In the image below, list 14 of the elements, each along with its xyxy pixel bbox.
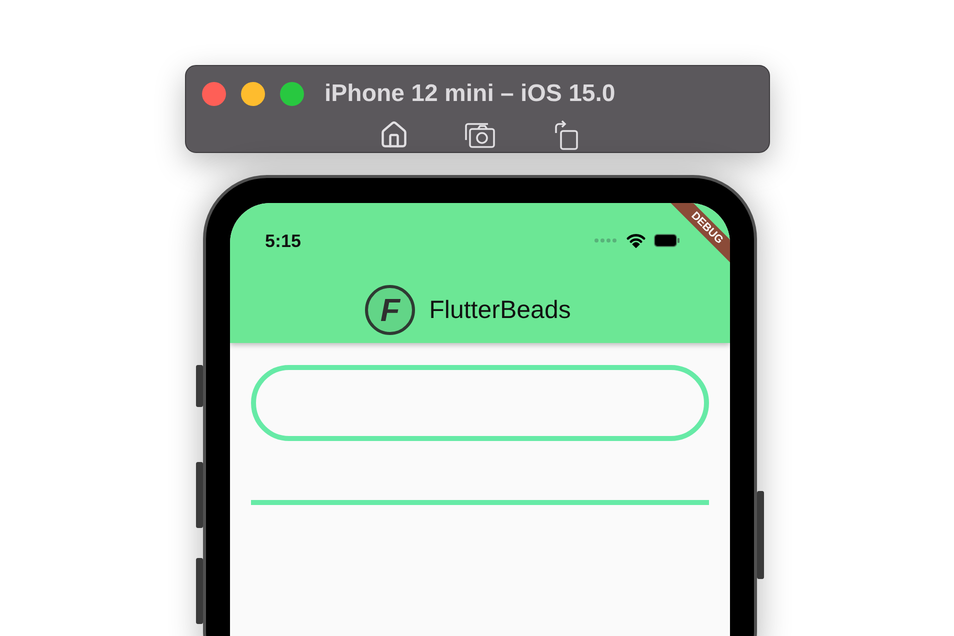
zoom-button[interactable]: [280, 82, 304, 106]
app-title: FlutterBeads: [429, 296, 571, 324]
minimize-button[interactable]: [240, 82, 264, 106]
signal-icon: [594, 238, 618, 242]
side-key: [196, 558, 203, 624]
input-field[interactable]: [251, 365, 709, 441]
status-time: 5:15: [265, 230, 302, 252]
close-button[interactable]: [202, 82, 226, 106]
battery-icon: [654, 234, 680, 246]
wifi-icon: [626, 232, 646, 248]
side-key: [196, 365, 203, 407]
window-title: iPhone 12 mini – iOS 15.0: [324, 80, 616, 108]
side-key: [196, 462, 203, 528]
logo: F: [365, 285, 416, 335]
